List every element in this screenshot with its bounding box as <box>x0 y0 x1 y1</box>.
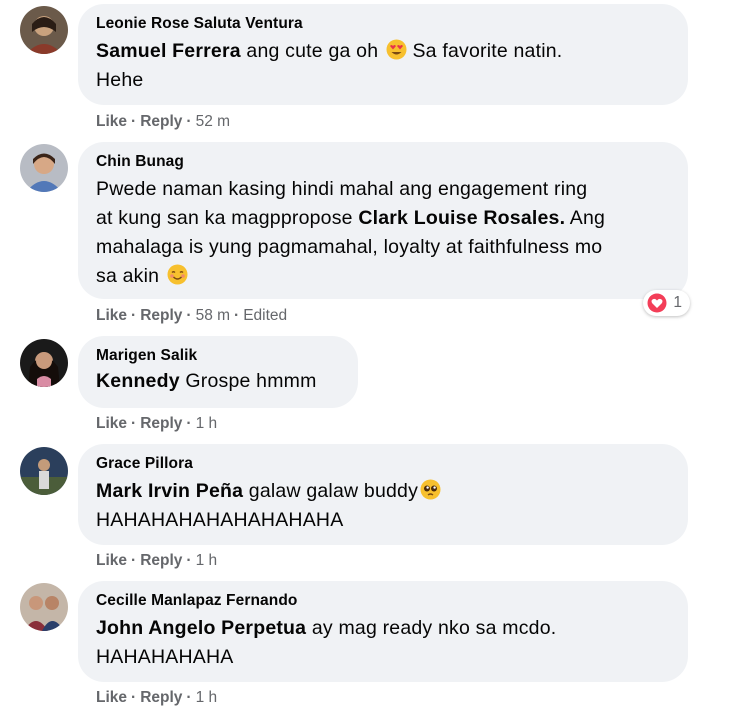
comment-actions: Like · Reply · 1 h <box>96 415 218 432</box>
heart-reaction-icon <box>647 293 667 313</box>
comment-bubble: Marigen Salik Kennedy Grospe hmmm <box>78 336 358 408</box>
mention-link[interactable]: Samuel Ferrera <box>96 40 241 62</box>
comment-text: Pwede naman kasing hindi mahal ang engag… <box>96 178 606 287</box>
mention-link[interactable]: Clark Louise Rosales. <box>358 207 565 229</box>
edited-label: Edited <box>243 307 288 324</box>
comment-author[interactable]: Cecille Manlapaz Fernando <box>96 590 670 612</box>
reply-button[interactable]: Reply <box>140 307 182 324</box>
comment-bubble: Cecille Manlapaz Fernando John Angelo Pe… <box>78 581 688 682</box>
mention-link[interactable]: Mark Irvin Peña <box>96 480 243 502</box>
comment-bubble: Grace Pillora Mark Irvin Peña galaw gala… <box>78 444 688 545</box>
avatar[interactable] <box>20 447 68 495</box>
avatar[interactable] <box>20 583 68 631</box>
heart-eyes-emoji-icon <box>386 39 407 60</box>
comment-actions: Like · Reply · 52 m <box>96 113 231 130</box>
comment-timestamp[interactable]: 52 m <box>196 113 230 130</box>
like-button[interactable]: Like <box>96 307 127 324</box>
comment-actions: Like · Reply · 58 m · Edited <box>96 307 288 324</box>
comment-actions: Like · Reply · 1 h <box>96 552 218 569</box>
like-button[interactable]: Like <box>96 689 127 706</box>
pleading-face-emoji-icon <box>420 479 441 500</box>
reaction-badge[interactable]: 1 <box>643 290 690 316</box>
comment-bubble: Chin Bunag Pwede naman kasing hindi maha… <box>78 142 688 299</box>
comment-author[interactable]: Marigen Salik <box>96 345 340 367</box>
comment-timestamp[interactable]: 58 m <box>196 307 230 324</box>
avatar[interactable] <box>20 6 68 54</box>
reply-button[interactable]: Reply <box>140 113 182 130</box>
like-button[interactable]: Like <box>96 552 127 569</box>
reply-button[interactable]: Reply <box>140 415 182 432</box>
comment-author[interactable]: Grace Pillora <box>96 453 670 475</box>
comment-bubble: Leonie Rose Saluta Ventura Samuel Ferrer… <box>78 4 688 105</box>
comment-text: Kennedy Grospe hmmm <box>96 370 317 392</box>
smiling-face-emoji-icon <box>167 264 188 285</box>
comment-text: John Angelo Perpetua ay mag ready nko sa… <box>96 617 557 668</box>
comment-actions: Like · Reply · 1 h <box>96 689 218 706</box>
reply-button[interactable]: Reply <box>140 552 182 569</box>
like-button[interactable]: Like <box>96 113 127 130</box>
comment-timestamp[interactable]: 1 h <box>196 415 218 432</box>
comment-author[interactable]: Chin Bunag <box>96 151 670 173</box>
comment-author[interactable]: Leonie Rose Saluta Ventura <box>96 13 670 35</box>
comment-timestamp[interactable]: 1 h <box>196 552 218 569</box>
avatar[interactable] <box>20 339 68 387</box>
like-button[interactable]: Like <box>96 415 127 432</box>
mention-link[interactable]: Kennedy <box>96 370 180 392</box>
comment-text: Mark Irvin Peña galaw galaw buddy HAHAHA… <box>96 477 670 535</box>
reply-button[interactable]: Reply <box>140 689 182 706</box>
avatar[interactable] <box>20 144 68 192</box>
reaction-count: 1 <box>673 294 682 311</box>
mention-link[interactable]: John Angelo Perpetua <box>96 617 306 639</box>
comment-text: Samuel Ferrera ang cute ga oh Sa favorit… <box>96 39 563 91</box>
comment-timestamp[interactable]: 1 h <box>196 689 218 706</box>
